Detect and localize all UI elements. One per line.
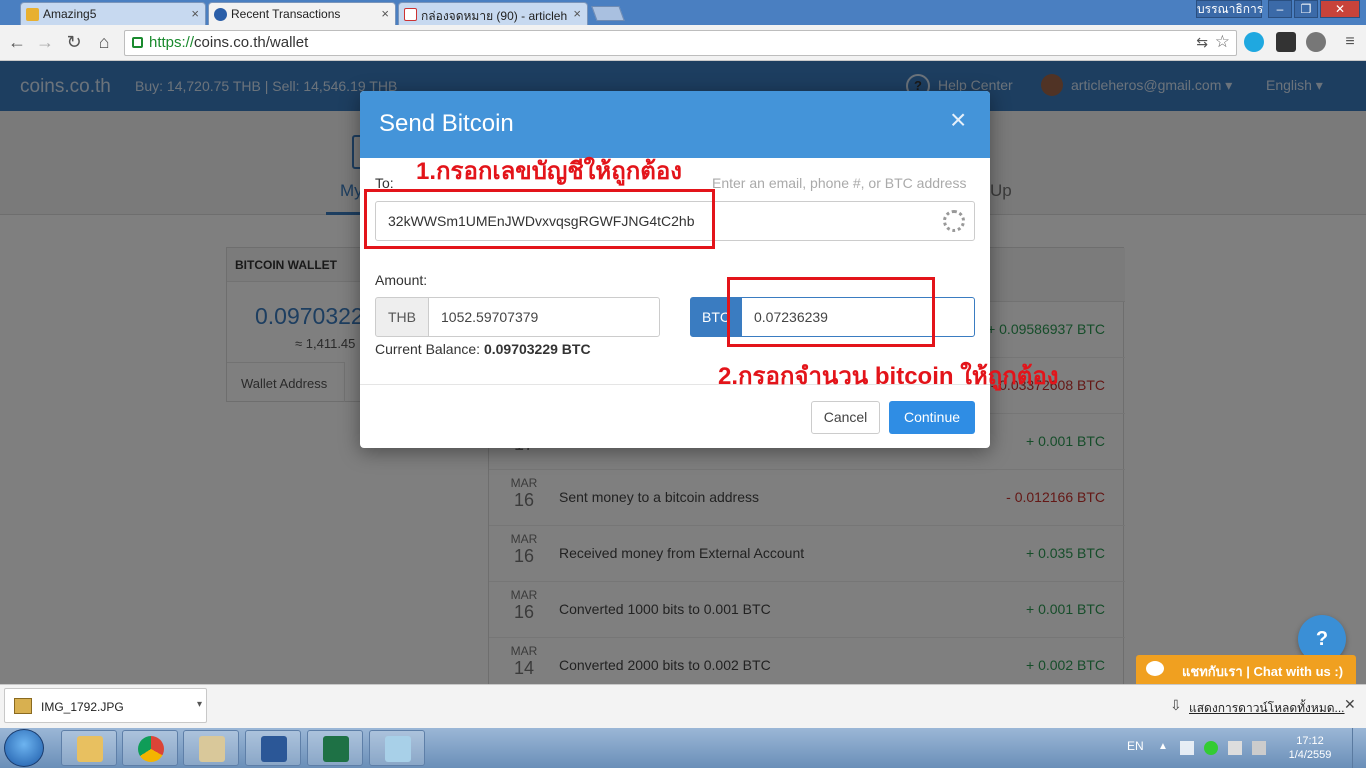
page-content: coins.co.th Buy: 14,720.75 THB | Sell: 1… — [0, 61, 1366, 684]
annotation-step2: 2.กรอกจำนวน bitcoin ให้ถูกต้อง — [718, 363, 1059, 390]
back-icon[interactable]: ← — [5, 30, 29, 54]
download-item[interactable]: IMG_1792.JPG ▾ — [4, 688, 207, 723]
gmail-favicon-icon — [404, 8, 417, 21]
close-icon[interactable]: × — [573, 6, 581, 21]
menu-icon[interactable]: ≡ — [1338, 30, 1362, 54]
word-taskbar-button[interactable] — [245, 730, 301, 766]
notepad-taskbar-button[interactable] — [369, 730, 425, 766]
excel-taskbar-button[interactable] — [307, 730, 363, 766]
language-indicator[interactable]: EN — [1127, 739, 1144, 753]
tray-expand-icon[interactable]: ▲ — [1158, 741, 1172, 755]
flag-icon[interactable] — [1180, 741, 1194, 755]
clock-date: 1/4/2559 — [1288, 749, 1332, 761]
tab-title: Recent Transactions — [231, 7, 341, 21]
thb-addon: THB — [375, 297, 429, 337]
skype-icon[interactable] — [1244, 32, 1264, 52]
to-placeholder: Enter an email, phone #, or BTC address — [712, 175, 967, 191]
reload-icon[interactable]: ↻ — [62, 30, 86, 54]
lock-icon — [132, 37, 143, 48]
url-host: coins.co.th/wallet — [194, 34, 309, 51]
close-window-button[interactable]: ✕ — [1320, 0, 1360, 18]
annotation-box-amount — [727, 277, 935, 347]
cancel-button[interactable]: Cancel — [811, 401, 880, 434]
browser-tab-gmail[interactable]: กล่องจดหมาย (90) - articleh × — [398, 2, 588, 25]
chat-icon — [1146, 661, 1164, 676]
chat-bar[interactable]: แชทกับเรา | Chat with us :) — [1136, 655, 1356, 684]
device-icon[interactable] — [1228, 741, 1242, 755]
thb-amount-input[interactable]: 1052.59707379 — [428, 297, 660, 337]
browser-tab-strip: Amazing5 × Recent Transactions × กล่องจด… — [0, 0, 1366, 25]
current-balance-value: 0.09703229 BTC — [483, 341, 591, 357]
browser-toolbar: ← → ↻ ⌂ https://coins.co.th/wallet ⇆ ☆ ≡ — [0, 25, 1366, 61]
annotation-step1: 1.กรอกเลขบัญชีให้ถูกต้อง — [416, 158, 682, 185]
tab-title: Amazing5 — [43, 7, 97, 21]
amount-label: Amount: — [375, 272, 428, 288]
star-favicon-icon — [26, 8, 39, 21]
chat-label: แชทกับเรา | Chat with us :) — [1182, 664, 1344, 679]
chrome-icon — [138, 736, 164, 762]
extension-icon[interactable] — [1276, 32, 1296, 52]
home-icon[interactable]: ⌂ — [92, 30, 116, 54]
show-desktop-button[interactable] — [1352, 728, 1366, 768]
chrome-taskbar-button[interactable] — [122, 730, 178, 766]
new-tab-button[interactable] — [591, 6, 625, 21]
window-user-badge[interactable]: บรรณาธิการ — [1196, 0, 1263, 18]
network-icon[interactable] — [1252, 741, 1266, 755]
close-icon[interactable]: × — [950, 104, 966, 136]
start-button[interactable] — [4, 729, 44, 767]
tab-title: กล่องจดหมาย (90) - articleh — [421, 9, 568, 23]
download-filename: IMG_1792.JPG — [41, 700, 124, 714]
paint-icon — [199, 736, 225, 762]
film-extension-icon[interactable] — [1306, 32, 1326, 52]
explorer-taskbar-button[interactable] — [61, 730, 117, 766]
url-scheme: https:// — [149, 34, 195, 51]
coins-favicon-icon — [214, 8, 227, 21]
show-all-downloads-link[interactable]: แสดงการดาวน์โหลดทั้งหมด... — [1189, 699, 1345, 718]
downloads-bar: IMG_1792.JPG ▾ ⇩ แสดงการดาวน์โหลดทั้งหมด… — [0, 684, 1366, 728]
folder-icon — [77, 736, 103, 762]
current-balance-label: Current Balance: — [375, 341, 481, 357]
word-icon — [261, 736, 287, 762]
security-icon[interactable] — [1204, 741, 1218, 755]
windows-taskbar: EN ▲ 17:12 1/4/2559 — [0, 728, 1366, 768]
excel-icon — [323, 736, 349, 762]
browser-tab-amazing5[interactable]: Amazing5 × — [20, 2, 206, 25]
continue-button[interactable]: Continue — [889, 401, 975, 434]
paint-taskbar-button[interactable] — [183, 730, 239, 766]
forward-icon[interactable]: → — [33, 30, 57, 54]
annotation-box-address — [364, 189, 715, 249]
close-icon[interactable]: × — [381, 6, 389, 21]
system-clock[interactable]: 17:12 1/4/2559 — [1282, 734, 1338, 762]
clock-time: 17:12 — [1296, 735, 1324, 747]
browser-tab-recent-transactions[interactable]: Recent Transactions × — [208, 2, 396, 25]
bookmark-star-icon[interactable]: ☆ — [1215, 32, 1230, 52]
close-icon[interactable]: ✕ — [1344, 696, 1356, 713]
loading-spinner-icon — [943, 210, 965, 232]
jpg-file-icon — [14, 698, 32, 714]
close-icon[interactable]: × — [191, 6, 199, 21]
chevron-down-icon[interactable]: ▾ — [197, 699, 202, 710]
modal-title: Send Bitcoin — [379, 110, 514, 137]
current-balance: Current Balance: 0.09703229 BTC — [375, 341, 591, 357]
translate-icon[interactable]: ⇆ — [1196, 34, 1208, 51]
address-bar[interactable]: https://coins.co.th/wallet ⇆ ☆ — [124, 30, 1237, 56]
restore-button[interactable]: ❐ — [1294, 0, 1318, 18]
minimize-button[interactable]: – — [1268, 0, 1292, 18]
download-icon: ⇩ — [1170, 697, 1182, 713]
notepad-icon — [385, 736, 411, 762]
